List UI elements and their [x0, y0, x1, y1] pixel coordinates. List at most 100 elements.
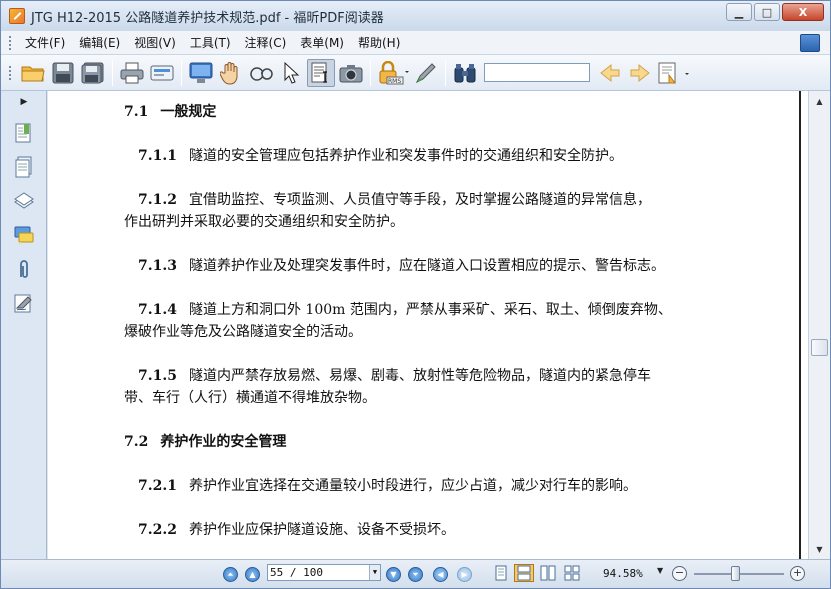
continuous-facing-view-icon[interactable] [564, 565, 580, 581]
save-as-icon [81, 62, 104, 83]
save-as-button[interactable] [79, 59, 107, 87]
scan-button[interactable] [148, 59, 176, 87]
rms-lock-icon: RMS [379, 60, 409, 85]
zoom-in-button[interactable]: + [790, 566, 805, 581]
first-page-icon: ⏶ [227, 570, 234, 579]
toolbar-separator [370, 59, 371, 86]
menu-file[interactable]: 文件(F) [18, 34, 72, 51]
continuous-view-icon[interactable] [514, 564, 534, 582]
sign-button[interactable] [412, 59, 440, 87]
menu-help[interactable]: 帮助(H) [351, 34, 407, 51]
printer-icon [120, 62, 144, 83]
last-page-icon: ⏷ [412, 570, 419, 579]
toolbar-separator [112, 59, 113, 86]
open-folder-icon [21, 66, 45, 81]
snapshot-button[interactable] [337, 59, 365, 87]
pages-icon[interactable] [13, 156, 35, 178]
toolbar-grip[interactable] [9, 65, 12, 80]
minimize-button[interactable]: ▁ [726, 3, 752, 21]
find-input[interactable] [484, 63, 590, 82]
sign-pen-icon [415, 62, 436, 83]
text-select-icon [311, 62, 327, 83]
clause-7-1-5-continued: 带、车行（人行）横通道不得堆放杂物。 [124, 390, 376, 406]
clause-7-1-4: 7.1.4 隧道上方和洞口外 100m 范围内，严禁从事采矿、采石、取土、倾倒废弃… [138, 302, 672, 318]
foxit-app-icon[interactable] [9, 8, 25, 24]
full-screen-button[interactable] [187, 59, 215, 87]
find-button[interactable] [451, 59, 479, 87]
clause-7-1-5: 7.1.5 隧道内严禁存放易燃、易爆、剧毒、放射性等危险物品，隧道内的紧急停车 [138, 368, 651, 384]
section-heading-7-1: 7.1 一般规定 [124, 104, 217, 120]
forward-button[interactable]: ▶ [457, 567, 472, 582]
hand-tool-button[interactable] [217, 59, 245, 87]
toolbar: RMS [1, 55, 830, 91]
page-dropdown-icon[interactable]: ▼ [369, 565, 380, 580]
sidebar-expand-icon[interactable]: ▶ [4, 94, 44, 110]
toolbar-separator [181, 59, 182, 86]
menu-bar: 文件(F) 编辑(E) 视图(V) 工具(T) 注释(C) 表单(M) 帮助(H… [1, 31, 830, 55]
text-select-button[interactable] [307, 58, 335, 87]
clause-7-1-2-continued: 作出研判并采取必要的交通组织和安全防护。 [124, 214, 404, 230]
next-page-icon: ▼ [390, 570, 397, 579]
find-previous-button[interactable] [596, 59, 624, 87]
toolbar-separator [445, 59, 446, 86]
zoom-tool-button[interactable] [247, 59, 275, 87]
layers-icon[interactable] [13, 190, 35, 212]
first-page-button[interactable]: ⏶ [223, 567, 238, 582]
zoom-dropdown-icon[interactable]: ▼ [657, 566, 663, 575]
find-previous-icon [600, 63, 620, 82]
clause-7-1-2: 7.1.2 宜借助监控、专项监测、人员值守等手段，及时掌握公路隧道的异常信息， [138, 192, 651, 208]
document-view[interactable]: 7.1 一般规定 7.1.1 隧道的安全管理应包括养护作业和突发事件时的交通组织和安… [48, 91, 808, 559]
scanner-icon [150, 65, 174, 80]
menu-comment[interactable]: 注释(C) [238, 34, 294, 51]
print-button[interactable] [118, 59, 146, 87]
save-icon [52, 62, 74, 83]
close-button[interactable]: X [782, 3, 824, 21]
status-bar: ⏶ ▲ 55 / 100 ▼ ▼ ⏷ ◀ ▶ 94.58% ▼ − + [1, 559, 830, 588]
app-window: JTG H12-2015 公路隧道养护技术规范.pdf - 福昕PDF阅读器 ▁… [0, 0, 831, 589]
clause-7-2-1: 7.2.1 养护作业宜选择在交通量较小时段进行，应少占道，减少对行车的影响。 [138, 478, 637, 494]
hand-icon [220, 61, 238, 85]
svg-text:RMS: RMS [388, 78, 401, 85]
menu-tools[interactable]: 工具(T) [183, 34, 238, 51]
menu-form[interactable]: 表单(M) [293, 34, 351, 51]
zoom-slider-thumb[interactable] [731, 566, 740, 581]
title-bar[interactable]: JTG H12-2015 公路隧道养护技术规范.pdf - 福昕PDF阅读器 ▁… [1, 1, 830, 31]
scroll-up-icon[interactable]: ▲ [811, 93, 828, 109]
section-heading-7-2: 7.2 养护作业的安全管理 [124, 434, 287, 450]
restore-layout-icon[interactable] [800, 34, 820, 52]
window-title: JTG H12-2015 公路隧道养护技术规范.pdf - 福昕PDF阅读器 [31, 10, 384, 26]
previous-page-icon: ▲ [249, 570, 256, 579]
single-page-view-icon[interactable] [493, 565, 509, 581]
menu-view[interactable]: 视图(V) [127, 34, 183, 51]
last-page-button[interactable]: ⏷ [408, 567, 423, 582]
page-number-input[interactable]: 55 / 100 ▼ [267, 564, 381, 581]
bookmarks-icon[interactable] [13, 122, 35, 144]
open-button[interactable] [19, 59, 47, 87]
search-options-button[interactable] [656, 59, 692, 87]
monitor-icon [189, 62, 213, 83]
maximize-button[interactable]: □ [754, 3, 780, 21]
menu-edit[interactable]: 编辑(E) [72, 34, 127, 51]
scroll-down-icon[interactable]: ▼ [811, 541, 828, 557]
scroll-thumb[interactable] [811, 339, 828, 356]
document-search-icon [658, 62, 689, 83]
next-page-button[interactable]: ▼ [386, 567, 401, 582]
vertical-scrollbar[interactable]: ▲ ▼ [808, 91, 830, 559]
binoculars-icon [454, 63, 476, 82]
comments-icon[interactable] [13, 224, 35, 246]
page-indicator: 55 / 100 [270, 566, 323, 579]
zoom-level-value[interactable]: 94.58% [603, 567, 643, 580]
facing-view-icon[interactable] [540, 565, 556, 581]
pdf-page: 7.1 一般规定 7.1.1 隧道的安全管理应包括养护作业和突发事件时的交通组织和安… [48, 91, 801, 559]
back-button[interactable]: ◀ [433, 567, 448, 582]
signatures-icon[interactable] [13, 292, 35, 314]
previous-page-button[interactable]: ▲ [245, 567, 260, 582]
rms-button[interactable]: RMS [376, 59, 410, 87]
menubar-grip[interactable] [9, 35, 12, 50]
save-button[interactable] [49, 59, 77, 87]
select-tool-button[interactable] [277, 59, 305, 87]
clause-7-2-2: 7.2.2 养护作业应保护隧道设施、设备不受损坏。 [138, 522, 455, 538]
attachments-icon[interactable] [13, 258, 35, 280]
find-next-button[interactable] [626, 59, 654, 87]
zoom-out-button[interactable]: − [672, 566, 687, 581]
